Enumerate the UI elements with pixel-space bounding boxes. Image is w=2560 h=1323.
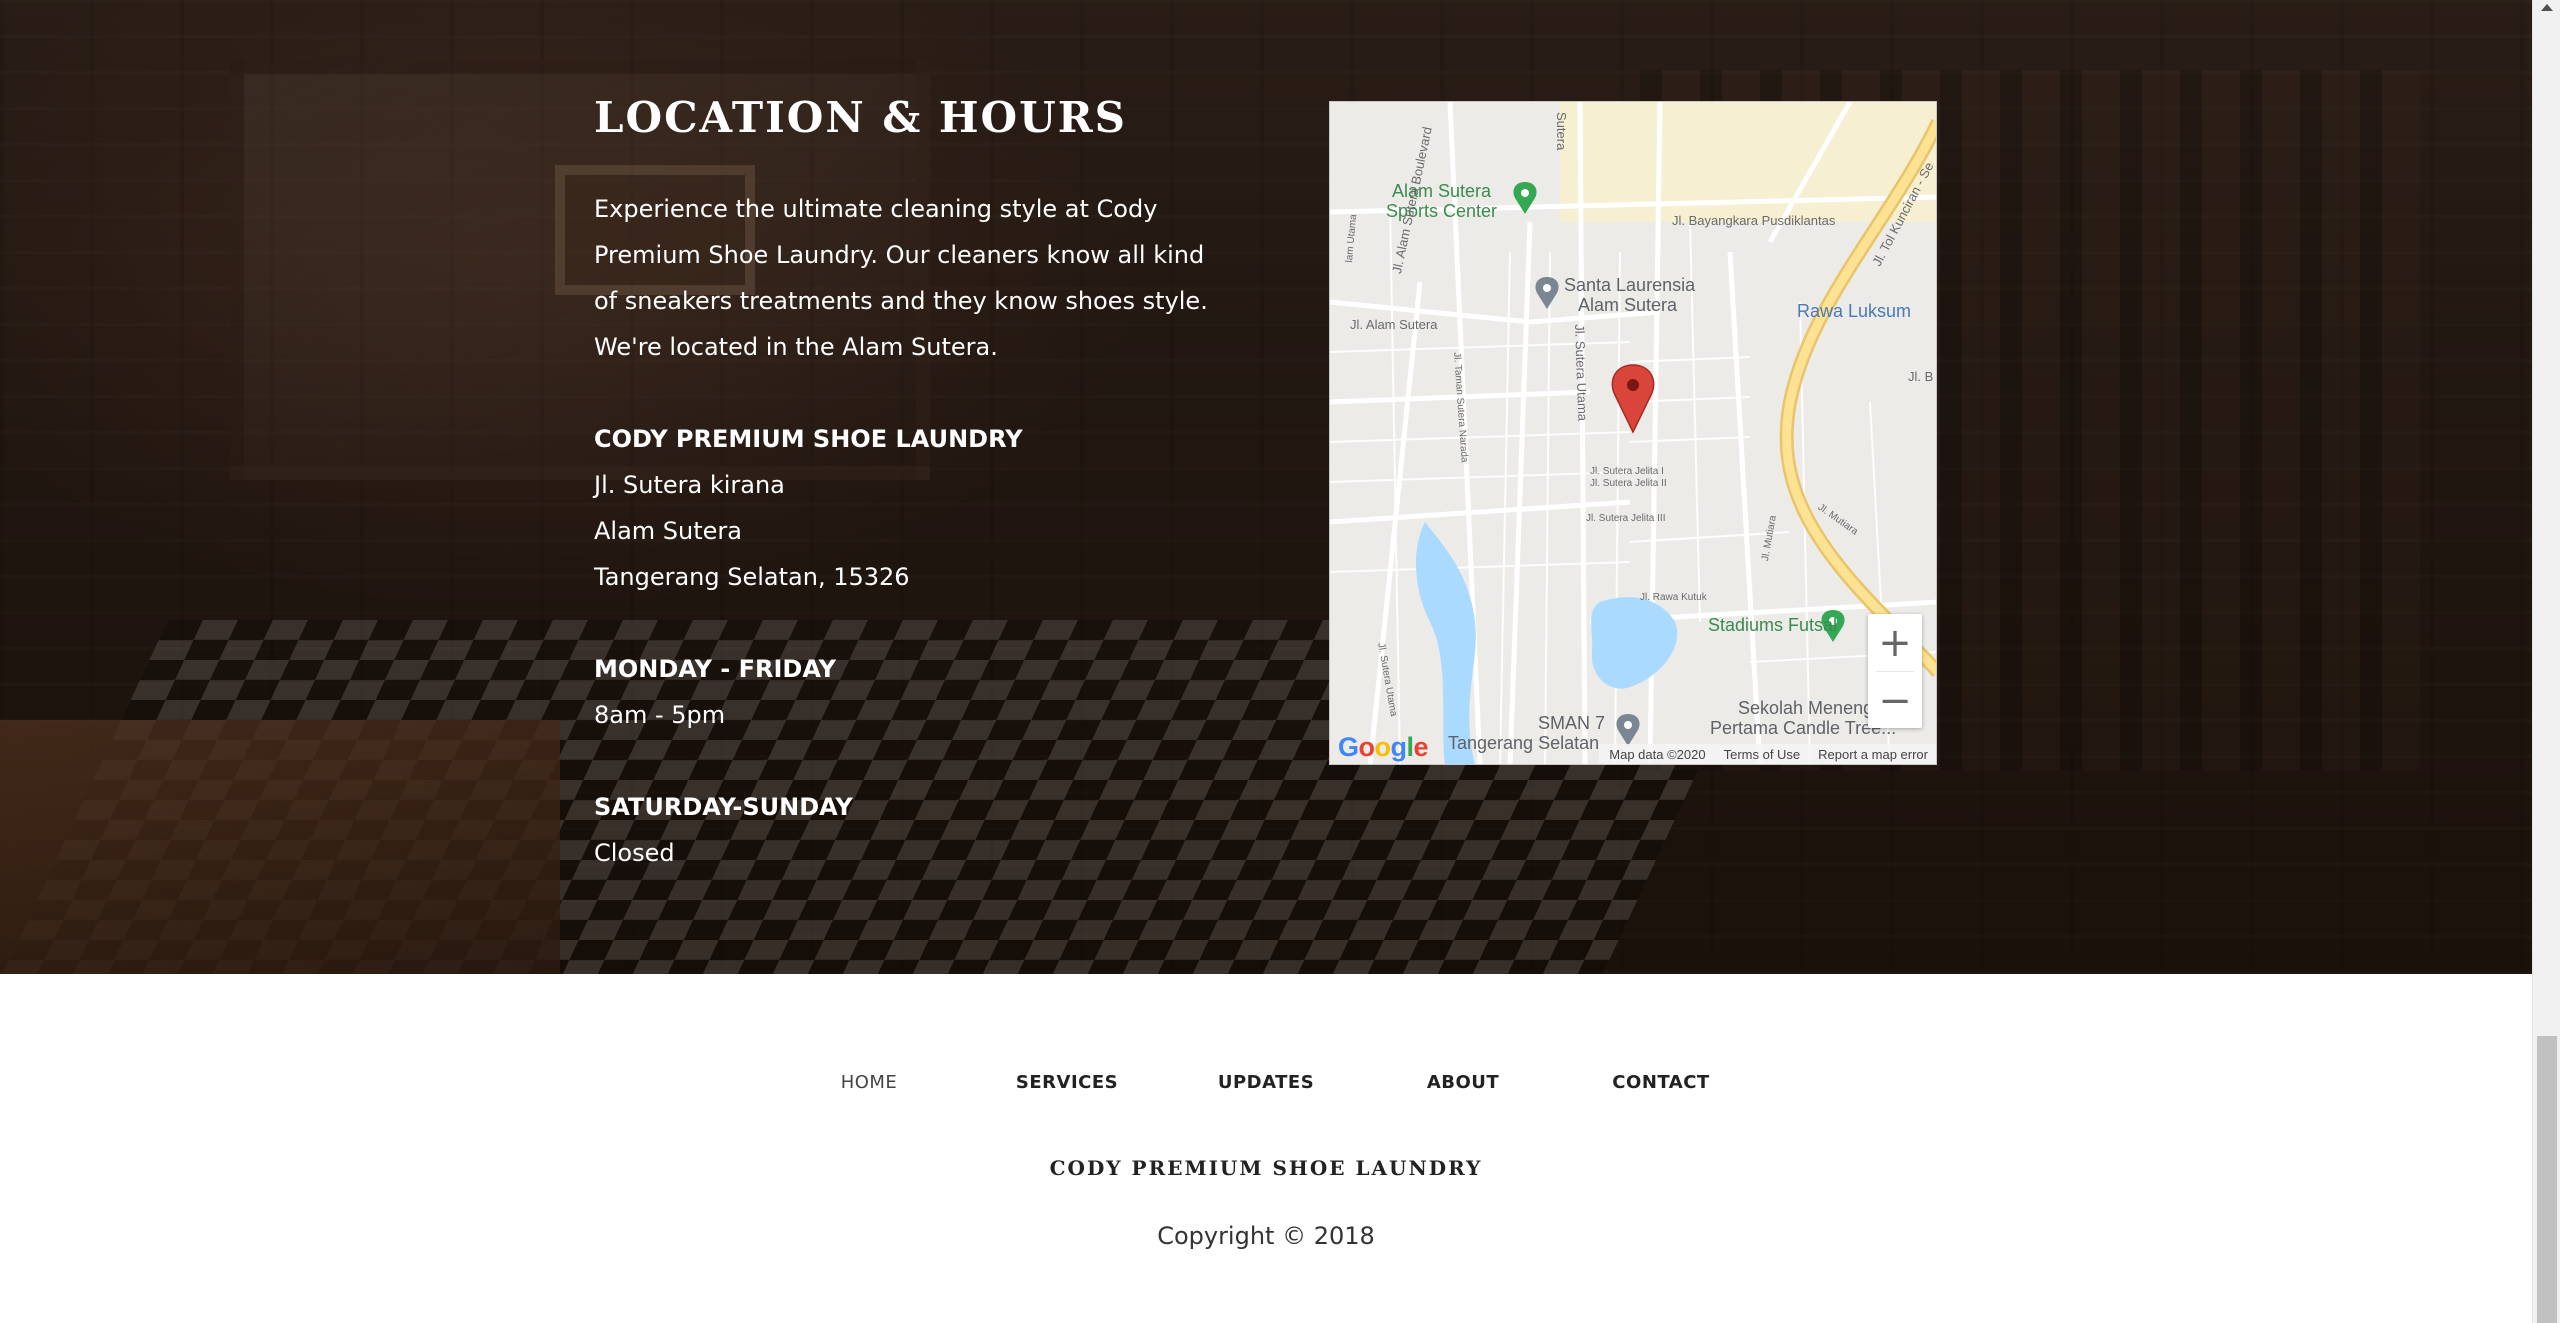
map-street-alam-sutera: Jl. Alam Sutera [1350, 317, 1438, 332]
map-label-sekolah-1: Sekolah Menenga [1738, 698, 1884, 718]
map-label-tangerang-selatan: Tangerang Selatan [1448, 733, 1600, 753]
location-section: LOCATION & HOURS Experience the ultimate… [0, 0, 2532, 974]
terms-of-use-link[interactable]: Terms of Use [1724, 747, 1801, 762]
google-logo-letter: G [1338, 732, 1359, 762]
weekday-hours-block: MONDAY - FRIDAY 8am - 5pm [594, 646, 1234, 738]
report-map-error-link[interactable]: Report a map error [1818, 747, 1928, 762]
map-zoom-control: + − [1868, 614, 1922, 728]
scroll-up-arrow-icon[interactable] [2541, 4, 2553, 11]
google-logo-letter: g [1390, 732, 1408, 762]
weekend-hours-block: SATURDAY-SUNDAY Closed [594, 784, 1234, 876]
pin-sman7[interactable] [1616, 714, 1640, 746]
map-street-rawa-kutuk: Jl. Rawa Kutuk [1640, 592, 1707, 603]
business-name: CODY PREMIUM SHOE LAUNDRY [594, 425, 1023, 453]
nav-about-link[interactable]: ABOUT [1427, 1072, 1499, 1093]
section-title: LOCATION & HOURS [594, 93, 1128, 142]
copyright-text: Copyright © 2018 [1157, 1222, 1375, 1250]
lake-west [1416, 522, 1476, 764]
lake-rawa-kutuk [1591, 597, 1678, 689]
nav-contact-link[interactable]: CONTACT [1612, 1072, 1709, 1093]
pin-santa-laurensia[interactable] [1535, 277, 1559, 309]
map-street-jl-b: Jl. B [1908, 369, 1934, 384]
google-logo-letter: e [1413, 732, 1429, 762]
map-street-jelita-1: Jl. Sutera Jelita I [1590, 466, 1664, 477]
map-street-sutera: Sutera [1554, 112, 1569, 151]
address-line-2: Alam Sutera [594, 517, 742, 545]
nav-services-link[interactable]: SERVICES [1016, 1072, 1118, 1093]
footer-nav: HOME SERVICES UPDATES ABOUT CONTACT [0, 1072, 2532, 1096]
map-street-jelita-2: Jl. Sutera Jelita II [1590, 478, 1667, 489]
map-data-credit: Map data ©2020 [1609, 746, 1706, 762]
map-label-sman7: SMAN 7 [1538, 713, 1606, 733]
footer-brand: CODY PREMIUM SHOE LAUNDRY [1049, 1156, 1483, 1180]
zoom-out-button[interactable]: − [1868, 672, 1922, 729]
address-block: CODY PREMIUM SHOE LAUNDRY Jl. Sutera kir… [594, 416, 1234, 600]
weekend-label: SATURDAY-SUNDAY [594, 793, 853, 821]
google-logo[interactable]: Google [1338, 732, 1429, 763]
zoom-in-button[interactable]: + [1868, 614, 1922, 671]
weekday-label: MONDAY - FRIDAY [594, 655, 837, 683]
map-attribution: Map data ©2020 Terms of Use Report a map… [1599, 744, 1936, 764]
google-logo-letter: l [1406, 732, 1415, 762]
map-street-bayangkara: Jl. Bayangkara Pusdiklantas [1672, 213, 1836, 228]
background-dark-overlay [0, 0, 2532, 974]
weekend-hours: Closed [594, 839, 675, 867]
site-footer [0, 974, 2532, 1323]
page-scrollbar[interactable] [2532, 0, 2560, 1323]
weekday-hours: 8am - 5pm [594, 701, 726, 729]
map-label-santa-laurensia-1: Santa Laurensia [1564, 275, 1696, 295]
nav-updates-link[interactable]: UPDATES [1218, 1072, 1314, 1093]
map-label-santa-laurensia-2: Alam Sutera [1578, 295, 1678, 315]
intro-paragraph: Experience the ultimate cleaning style a… [594, 195, 1208, 361]
google-logo-letter: o [1374, 732, 1392, 762]
map-label-stadiums-futsal: Stadiums Futsal [1708, 615, 1838, 635]
map-street-sutera-utama: Jl. Sutera Utama [1572, 323, 1591, 422]
location-content: LOCATION & HOURS Experience the ultimate… [594, 90, 1234, 922]
address-line-3: Tangerang Selatan, 15326 [594, 563, 910, 591]
map-street-jelita-3: Jl. Sutera Jelita III [1586, 513, 1666, 524]
google-map[interactable]: Alam Sutera Sports Center Santa Laurensi… [1329, 101, 1937, 765]
address-line-1: Jl. Sutera kirana [594, 471, 785, 499]
google-logo-letter: o [1358, 732, 1376, 762]
scrollbar-thumb[interactable] [2537, 1036, 2557, 1323]
map-label-rawa-luksum: Rawa Luksum [1797, 301, 1912, 321]
nav-home-link[interactable]: HOME [841, 1072, 898, 1093]
